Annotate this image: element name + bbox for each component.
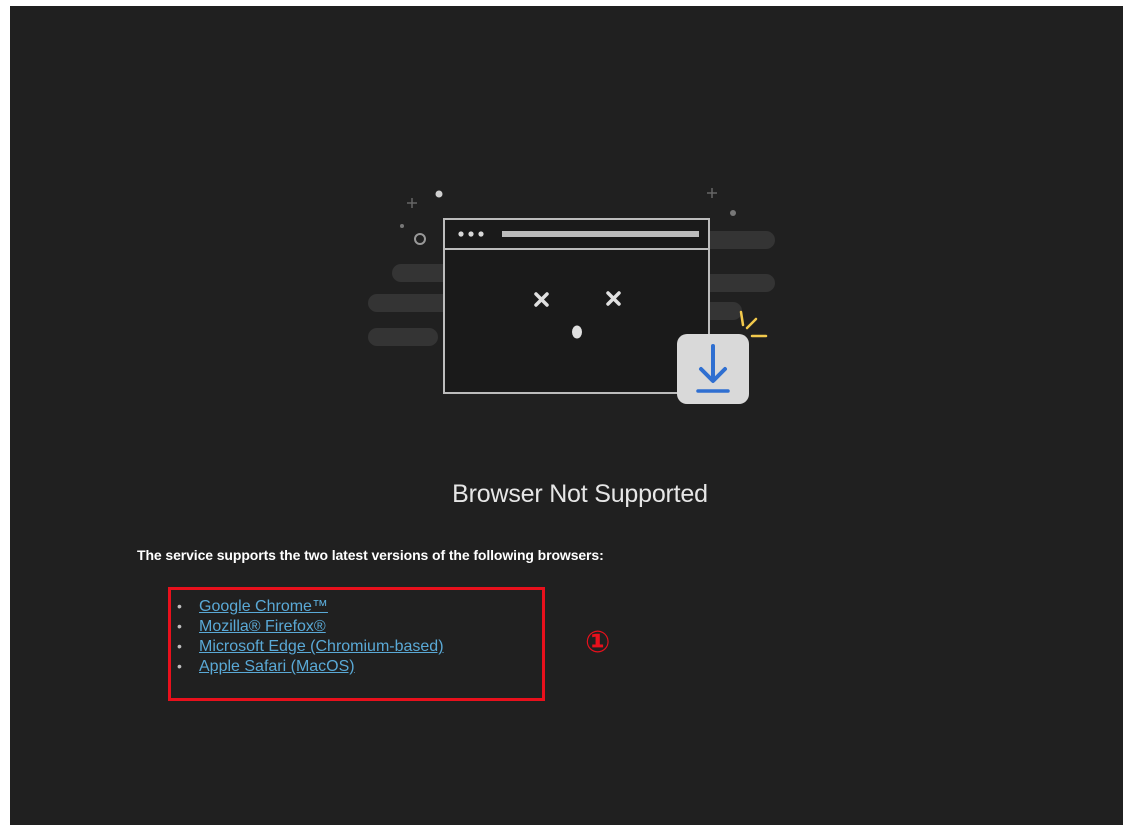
annotation-marker: ① xyxy=(585,626,611,659)
annotation-highlight-box xyxy=(168,587,545,701)
browser-window-icon xyxy=(443,218,710,394)
download-icon xyxy=(677,334,749,404)
broken-browser-illustration xyxy=(368,188,775,404)
supported-browsers-message: The service supports the two latest vers… xyxy=(137,547,604,563)
page-title: Browser Not Supported xyxy=(452,480,708,508)
error-screen: Browser Not Supported The service suppor… xyxy=(10,6,1123,825)
sparkle-icon xyxy=(739,310,768,338)
